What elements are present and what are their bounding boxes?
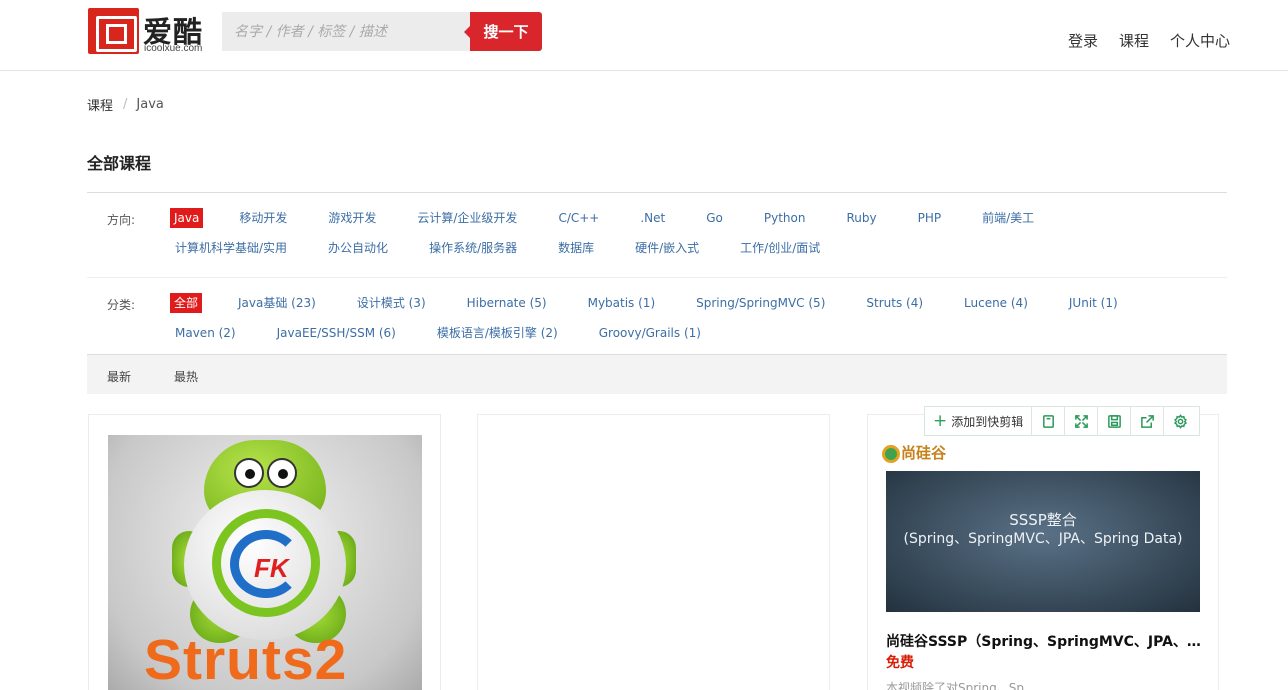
add-to-clip-button[interactable]: + 添加到快剪辑 bbox=[925, 407, 1033, 435]
direction-filter-item[interactable]: 前端/美工 bbox=[977, 208, 1039, 228]
search-button[interactable]: 搜一下 bbox=[464, 12, 542, 51]
direction-filter-item[interactable]: 操作系统/服务器 bbox=[424, 238, 522, 258]
mascot-eye-icon bbox=[267, 458, 297, 488]
course-card[interactable]: 尚硅谷 SSSP整合 (Spring、SpringMVC、JPA、Spring … bbox=[867, 414, 1219, 690]
thumb-logo-text: FK bbox=[254, 553, 289, 583]
category-filter-item[interactable]: 模板语言/模板引擎 (2) bbox=[432, 323, 563, 343]
mascot-eye-icon bbox=[234, 458, 264, 488]
category-filter-item[interactable]: Mybatis (1) bbox=[583, 293, 661, 313]
brand-logo-icon bbox=[882, 444, 900, 463]
share-button[interactable] bbox=[1131, 407, 1165, 435]
category-filter-item[interactable]: Struts (4) bbox=[861, 293, 928, 313]
logo-mark-icon bbox=[88, 8, 139, 54]
sort-newest[interactable]: 最新 bbox=[107, 368, 131, 385]
thumb-title-text: Struts2 bbox=[144, 628, 348, 690]
breadcrumb-home[interactable]: 课程 bbox=[87, 95, 113, 114]
copy-button[interactable] bbox=[1032, 407, 1066, 435]
banner-line2: (Spring、SpringMVC、JPA、Spring Data) bbox=[903, 531, 1183, 547]
breadcrumb-separator: / bbox=[123, 97, 128, 112]
direction-filter-item[interactable]: 游戏开发 bbox=[323, 208, 381, 228]
breadcrumb: 课程 / Java bbox=[87, 95, 164, 114]
direction-filter-item[interactable]: .Net bbox=[635, 208, 670, 228]
banner-line1: SSSP整合 bbox=[1009, 511, 1077, 529]
share-icon bbox=[1140, 414, 1154, 428]
direction-filter-item[interactable]: Go bbox=[701, 208, 728, 228]
direction-list: Java 移动开发 游戏开发 云计算/企业级开发 C/C++ .Net Go Python Ru… bbox=[170, 208, 1210, 268]
direction-filter-item[interactable]: 办公自动化 bbox=[323, 238, 393, 258]
direction-filter-item[interactable]: 工作/创业/面试 bbox=[735, 238, 825, 258]
direction-filter-item[interactable]: 数据库 bbox=[553, 238, 599, 258]
nav-courses[interactable]: 课程 bbox=[1119, 30, 1149, 51]
section-title: 全部课程 bbox=[87, 154, 152, 173]
brand-logo: 尚硅谷 bbox=[882, 442, 946, 463]
fullscreen-icon bbox=[1074, 414, 1088, 428]
direction-filter-item[interactable]: PHP bbox=[913, 208, 947, 228]
logo-domain: icoolxue.com bbox=[144, 43, 203, 54]
category-filter-item[interactable]: 设计模式 (3) bbox=[352, 293, 431, 313]
direction-filter-item[interactable]: 移动开发 bbox=[234, 208, 292, 228]
sort-hottest[interactable]: 最热 bbox=[174, 368, 198, 385]
category-filter-item[interactable]: Spring/SpringMVC (5) bbox=[691, 293, 830, 313]
direction-filter-item[interactable]: 云计算/企业级开发 bbox=[412, 208, 522, 228]
course-thumbnail[interactable]: SSSP整合 (Spring、SpringMVC、JPA、Spring Data… bbox=[886, 471, 1200, 612]
direction-filter-row: 方向: Java 移动开发 游戏开发 云计算/企业级开发 C/C++ .Net Go Pyth… bbox=[87, 193, 1227, 278]
search-box bbox=[222, 12, 470, 51]
nav-user-center[interactable]: 个人中心 bbox=[1170, 30, 1230, 51]
settings-button[interactable] bbox=[1164, 407, 1197, 435]
course-title[interactable]: 尚硅谷SSSP（Spring、SpringMVC、JPA、Spring Data… bbox=[886, 631, 1202, 651]
site-header: 爱酷 icoolxue.com 搜一下 登录 课程 个人中心 bbox=[0, 0, 1288, 71]
direction-label: 方向: bbox=[107, 213, 136, 227]
add-to-clip-label: 添加到快剪辑 bbox=[951, 414, 1024, 429]
direction-filter-item[interactable]: Ruby bbox=[842, 208, 882, 228]
course-card[interactable]: FK Struts2 bbox=[88, 414, 441, 690]
category-filter-item[interactable]: JUnit (1) bbox=[1064, 293, 1123, 313]
category-filter-item[interactable]: Hibernate (5) bbox=[462, 293, 552, 313]
nav-login[interactable]: 登录 bbox=[1068, 30, 1098, 51]
category-label: 分类: bbox=[107, 298, 136, 312]
category-list: 全部 Java基础 (23) 设计模式 (3) Hibernate (5) Mybati… bbox=[170, 293, 1210, 353]
direction-filter-item[interactable]: Python bbox=[759, 208, 811, 228]
plus-icon: + bbox=[933, 410, 948, 431]
category-filter-item[interactable]: Java基础 (23) bbox=[233, 293, 321, 313]
category-filter-item[interactable]: JavaEE/SSH/SSM (6) bbox=[272, 323, 401, 343]
filter-panel: 方向: Java 移动开发 游戏开发 云计算/企业级开发 C/C++ .Net Go Pyth… bbox=[87, 192, 1227, 363]
brand-name: 尚硅谷 bbox=[901, 444, 947, 462]
sort-bar: 最新 最热 bbox=[87, 354, 1227, 394]
course-thumbnail[interactable]: FK Struts2 bbox=[108, 435, 422, 690]
direction-filter-item[interactable]: 硬件/嵌入式 bbox=[630, 238, 704, 258]
category-filter-item[interactable]: 全部 bbox=[170, 293, 203, 313]
save-icon bbox=[1107, 414, 1121, 428]
category-filter-item[interactable]: Groovy/Grails (1) bbox=[594, 323, 706, 343]
fullscreen-button[interactable] bbox=[1065, 407, 1099, 435]
direction-filter-item[interactable]: Java bbox=[170, 208, 204, 228]
settings-icon bbox=[1174, 413, 1188, 429]
direction-filter-item[interactable]: C/C++ bbox=[553, 208, 604, 228]
category-filter-item[interactable]: Maven (2) bbox=[170, 323, 241, 343]
course-price: 免费 bbox=[886, 655, 914, 671]
clip-toolbar: + 添加到快剪辑 bbox=[924, 406, 1200, 436]
course-card[interactable] bbox=[477, 414, 830, 690]
save-button[interactable] bbox=[1098, 407, 1132, 435]
breadcrumb-current: Java bbox=[136, 97, 164, 112]
direction-filter-item[interactable]: 计算机科学基础/实用 bbox=[170, 238, 292, 258]
top-nav: 登录 课程 个人中心 bbox=[1068, 30, 1230, 51]
search-input[interactable] bbox=[222, 12, 470, 51]
category-filter-row: 分类: 全部 Java基础 (23) 设计模式 (3) Hibernate (5) My… bbox=[87, 278, 1227, 363]
category-filter-item[interactable]: Lucene (4) bbox=[959, 293, 1033, 313]
copy-icon bbox=[1042, 414, 1054, 428]
course-description: 本视频除了对Spring、Sp bbox=[886, 681, 1024, 690]
site-logo[interactable]: 爱酷 icoolxue.com bbox=[88, 8, 208, 56]
